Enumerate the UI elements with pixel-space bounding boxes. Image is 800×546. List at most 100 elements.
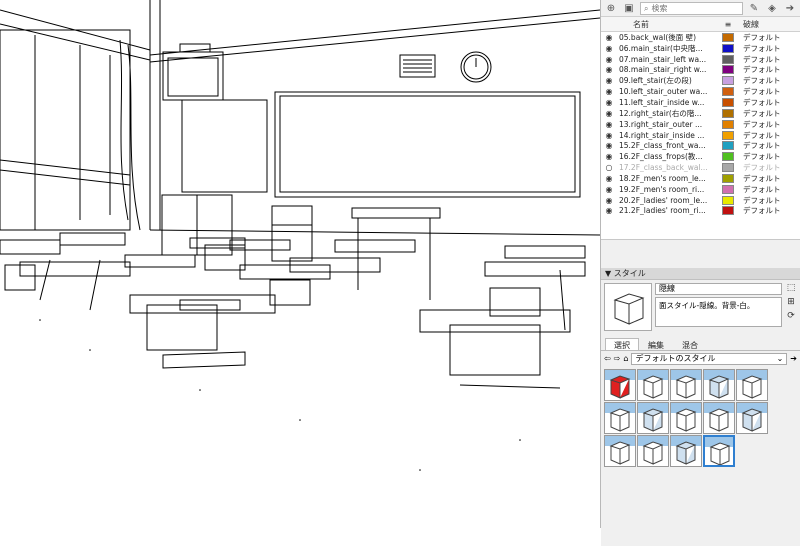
- tag-row[interactable]: ◉ 11.left_stair_inside w... デフォルト: [601, 97, 800, 108]
- style-thumbnail-item[interactable]: [637, 369, 669, 401]
- details-arrow-icon[interactable]: ➔: [783, 1, 797, 15]
- tag-row[interactable]: ◉ 15.2F_class_front_wa... デフォルト: [601, 140, 800, 151]
- tag-dash[interactable]: デフォルト: [739, 86, 800, 97]
- back-icon[interactable]: ⇦: [604, 354, 611, 363]
- tag-color-swatch[interactable]: [722, 163, 734, 173]
- tag-dash[interactable]: デフォルト: [739, 32, 800, 43]
- tag-dash[interactable]: デフォルト: [739, 75, 800, 86]
- visibility-eye-icon[interactable]: ◉: [601, 65, 617, 74]
- create-style-icon[interactable]: ⊞: [787, 297, 795, 307]
- style-thumbnail-item[interactable]: [670, 402, 702, 434]
- tag-color-swatch[interactable]: [722, 54, 734, 64]
- tag-row[interactable]: ◉ 10.left_stair_outer wa... デフォルト: [601, 86, 800, 97]
- search-field[interactable]: ⌕: [640, 1, 743, 15]
- tag-color-swatch[interactable]: [722, 97, 734, 107]
- visibility-eye-icon[interactable]: ◉: [601, 44, 617, 53]
- tag-dash[interactable]: デフォルト: [739, 64, 800, 75]
- tag-row[interactable]: ◉ 18.2F_men's room_le... デフォルト: [601, 173, 800, 184]
- dash-column-header[interactable]: 破線: [739, 19, 800, 30]
- tag-row[interactable]: ◉ 12.right_stair(右の階... デフォルト: [601, 108, 800, 119]
- tag-row[interactable]: ◉ 20.2F_ladies' room_le... デフォルト: [601, 195, 800, 206]
- visibility-eye-icon[interactable]: ◉: [601, 76, 617, 85]
- style-name-field[interactable]: 隠線: [655, 283, 782, 295]
- tag-dash[interactable]: デフォルト: [739, 162, 800, 173]
- style-thumbnail-item[interactable]: [604, 402, 636, 434]
- tag-row[interactable]: ◉ 16.2F_class_frops(教... デフォルト: [601, 151, 800, 162]
- visibility-eye-icon[interactable]: ◉: [601, 206, 617, 215]
- color-by-tag-icon[interactable]: ◈: [765, 1, 779, 15]
- tag-color-swatch[interactable]: [722, 32, 734, 42]
- tab-select[interactable]: 選択: [605, 338, 639, 350]
- visibility-eye-icon[interactable]: ◉: [601, 174, 617, 183]
- tag-dash[interactable]: デフォルト: [739, 130, 800, 141]
- tag-color-swatch[interactable]: [722, 152, 734, 162]
- tag-dash[interactable]: デフォルト: [739, 43, 800, 54]
- styles-panel-header[interactable]: ▼ スタイル: [601, 268, 800, 280]
- tag-color-swatch[interactable]: [722, 119, 734, 129]
- details-icon[interactable]: ➔: [790, 354, 797, 363]
- pencil-icon[interactable]: ✎: [747, 1, 761, 15]
- visibility-eye-icon[interactable]: ◉: [601, 120, 617, 129]
- tag-row[interactable]: ◉ 19.2F_men's room_ri... デフォルト: [601, 184, 800, 195]
- tag-color-swatch[interactable]: [722, 130, 734, 140]
- tag-color-swatch[interactable]: [722, 108, 734, 118]
- tag-color-swatch[interactable]: [722, 76, 734, 86]
- tab-edit[interactable]: 編集: [639, 338, 673, 350]
- visibility-eye-icon[interactable]: ◉: [601, 33, 617, 42]
- visibility-eye-icon[interactable]: ◉: [601, 196, 617, 205]
- style-thumbnail-item[interactable]: [670, 435, 702, 467]
- tag-dash[interactable]: デフォルト: [739, 97, 800, 108]
- tag-dash[interactable]: デフォルト: [739, 184, 800, 195]
- update-style-icon[interactable]: ⟳: [787, 311, 795, 321]
- visibility-eye-icon[interactable]: ◉: [601, 185, 617, 194]
- name-column-header[interactable]: 名前: [617, 19, 717, 30]
- tag-dash[interactable]: デフォルト: [739, 173, 800, 184]
- tag-dash[interactable]: デフォルト: [739, 195, 800, 206]
- visibility-eye-icon[interactable]: ◉: [601, 55, 617, 64]
- tag-dash[interactable]: デフォルト: [739, 151, 800, 162]
- style-thumbnail-item[interactable]: [736, 369, 768, 401]
- tag-dash[interactable]: デフォルト: [739, 205, 800, 216]
- visibility-eye-icon[interactable]: ◉: [601, 152, 617, 161]
- tag-row[interactable]: ◉ 07.main_stair_left wa... デフォルト: [601, 54, 800, 65]
- home-icon[interactable]: ⌂: [623, 354, 628, 363]
- tag-color-swatch[interactable]: [722, 184, 734, 194]
- style-thumbnail-item[interactable]: [703, 402, 735, 434]
- style-thumbnail-item[interactable]: [637, 402, 669, 434]
- tag-dash[interactable]: デフォルト: [739, 119, 800, 130]
- add-folder-icon[interactable]: ▣: [622, 1, 636, 15]
- tag-color-swatch[interactable]: [722, 65, 734, 75]
- visibility-eye-icon[interactable]: ◉: [601, 131, 617, 140]
- sort-icon[interactable]: ≡: [717, 20, 739, 29]
- style-thumbnail-item[interactable]: [670, 369, 702, 401]
- visibility-eye-icon[interactable]: ◉: [601, 87, 617, 96]
- tag-row[interactable]: ○ 17.2F_class_back_wal... デフォルト: [601, 162, 800, 173]
- tag-row[interactable]: ◉ 05.back_wal(後面 壁) デフォルト: [601, 32, 800, 43]
- tag-dash[interactable]: デフォルト: [739, 140, 800, 151]
- style-thumbnail-item[interactable]: [604, 369, 636, 401]
- tag-color-swatch[interactable]: [722, 43, 734, 53]
- style-thumbnail-item[interactable]: [703, 369, 735, 401]
- collection-dropdown[interactable]: デフォルトのスタイル ⌄: [631, 352, 788, 365]
- visibility-eye-icon[interactable]: ◉: [601, 98, 617, 107]
- forward-icon[interactable]: ⇨: [614, 354, 621, 363]
- style-thumbnail-item[interactable]: [736, 402, 768, 434]
- tag-row[interactable]: ◉ 21.2F_ladies' room_ri... デフォルト: [601, 206, 800, 217]
- tag-color-swatch[interactable]: [722, 206, 734, 216]
- style-thumbnail-item[interactable]: [637, 435, 669, 467]
- tag-dash[interactable]: デフォルト: [739, 54, 800, 65]
- tag-color-swatch[interactable]: [722, 173, 734, 183]
- visibility-eye-icon[interactable]: ◉: [601, 141, 617, 150]
- tag-row[interactable]: ◉ 06.main_stair(中央階... デフォルト: [601, 43, 800, 54]
- style-description-field[interactable]: 面スタイル-隠線。背景-白。: [655, 297, 782, 327]
- tag-row[interactable]: ◉ 14.right_stair_inside ... デフォルト: [601, 130, 800, 141]
- model-viewport[interactable]: [0, 0, 600, 528]
- tag-color-swatch[interactable]: [722, 195, 734, 205]
- visibility-eye-icon[interactable]: ◉: [601, 109, 617, 118]
- tag-dash[interactable]: デフォルト: [739, 108, 800, 119]
- search-input[interactable]: [651, 3, 712, 13]
- tag-color-swatch[interactable]: [722, 87, 734, 97]
- add-tag-icon[interactable]: ⊕: [604, 1, 618, 15]
- visibility-eye-icon[interactable]: ○: [601, 163, 617, 172]
- save-style-icon[interactable]: ⬚: [787, 283, 796, 293]
